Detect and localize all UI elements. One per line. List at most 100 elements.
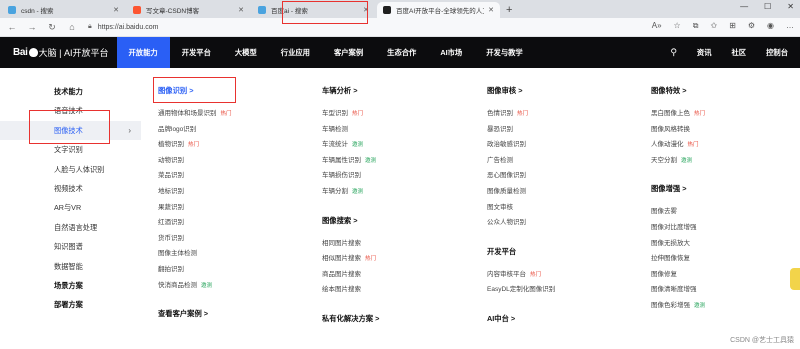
collections-icon[interactable]: ⊞ bbox=[729, 21, 736, 31]
menu-link[interactable]: 车辆属性识别 邀测 bbox=[322, 153, 472, 169]
home-icon[interactable]: ⌂ bbox=[64, 22, 80, 32]
category-item[interactable]: 自然语言处理 bbox=[0, 218, 141, 237]
nav-item[interactable]: AI市场 bbox=[428, 37, 474, 68]
minimize-icon[interactable]: — bbox=[740, 2, 748, 11]
menu-group-heading[interactable]: 图像审核 > bbox=[487, 84, 637, 98]
menu-link[interactable]: 内容审核平台 热门 bbox=[487, 267, 637, 283]
menu-link[interactable]: 果蔬识别 bbox=[158, 200, 308, 216]
favorite-icon[interactable]: ☆ bbox=[674, 21, 681, 31]
search-icon[interactable]: ⚲ bbox=[670, 47, 677, 58]
menu-group-heading[interactable]: 开发平台 bbox=[487, 245, 637, 259]
menu-group-heading[interactable]: 图像特效 > bbox=[651, 84, 800, 98]
menu-link[interactable]: 公众人物识别 bbox=[487, 215, 637, 231]
read-aloud-icon[interactable]: A» bbox=[652, 21, 662, 31]
menu-link[interactable]: 图像对比度增强 bbox=[651, 220, 800, 236]
menu-link[interactable]: 色情识别 热门 bbox=[487, 106, 637, 122]
browser-tab[interactable]: 写文章-CSDN博客 ✕ bbox=[127, 2, 250, 18]
back-icon[interactable]: ← bbox=[4, 22, 20, 32]
menu-link[interactable]: 图像修复 bbox=[651, 267, 800, 283]
close-window-icon[interactable]: ✕ bbox=[787, 2, 794, 11]
new-tab-button[interactable]: + bbox=[506, 2, 512, 18]
menu-link[interactable]: 图像风格转换 bbox=[651, 122, 800, 138]
menu-link[interactable]: 品牌logo识别 bbox=[158, 122, 308, 138]
close-tab-icon[interactable]: ✕ bbox=[238, 6, 244, 14]
menu-link[interactable]: 图像去雾 bbox=[651, 204, 800, 220]
menu-link[interactable]: 图像无损放大 bbox=[651, 236, 800, 252]
nav-item[interactable]: 客户案例 bbox=[322, 37, 375, 68]
menu-group-heading[interactable]: 图像搜索 > bbox=[322, 214, 472, 228]
menu-link[interactable]: 图像色彩增强 邀测 bbox=[651, 298, 800, 314]
close-tab-icon[interactable]: ✕ bbox=[113, 6, 119, 14]
menu-link[interactable]: 图像质量检测 bbox=[487, 184, 637, 200]
menu-link[interactable]: 相似图片搜索 热门 bbox=[322, 251, 472, 267]
menu-link[interactable]: 车辆检测 bbox=[322, 122, 472, 138]
category-item[interactable]: 知识图谱 bbox=[0, 237, 141, 256]
nav-news[interactable]: 资讯 bbox=[697, 48, 712, 58]
menu-link[interactable]: 车辆损伤识别 bbox=[322, 168, 472, 184]
menu-group-heading[interactable]: 查看客户案例 > bbox=[158, 307, 308, 321]
menu-group-heading[interactable]: 车辆分析 > bbox=[322, 84, 472, 98]
menu-link[interactable]: 车型识别 热门 bbox=[322, 106, 472, 122]
menu-group: 图像增强 > 图像去雾 图像对比度增强 图像无损放大 拉伸图像恢复 图像修复 图像清晰度增强… bbox=[651, 182, 800, 313]
menu-link-label: 果蔬识别 bbox=[158, 203, 184, 211]
menu-link[interactable]: 翻拍识别 bbox=[158, 262, 308, 278]
hot-badge: 热门 bbox=[352, 111, 364, 117]
menu-link-label: 车辆属性识别 bbox=[322, 156, 361, 164]
nav-item[interactable]: 生态合作 bbox=[375, 37, 428, 68]
watermark: CSDN @艺士工具猿 bbox=[730, 337, 794, 344]
menu-link[interactable]: 车辆分割 邀测 bbox=[322, 184, 472, 200]
menu-link[interactable]: 通用物体和场景识别 热门 bbox=[158, 106, 308, 122]
browser-tab[interactable]: 百度AI开放平台-全球领先的人工 ✕ bbox=[377, 2, 500, 18]
menu-link[interactable]: 拉伸图像恢复 bbox=[651, 251, 800, 267]
nav-item[interactable]: 开发平台 bbox=[170, 37, 223, 68]
side-widget[interactable] bbox=[790, 268, 800, 290]
menu-link[interactable]: 货币识别 bbox=[158, 231, 308, 247]
split-screen-icon[interactable]: ⧉ bbox=[693, 21, 699, 31]
menu-link[interactable]: 图像清晰度增强 bbox=[651, 282, 800, 298]
menu-link[interactable]: 天空分割 邀测 bbox=[651, 153, 800, 169]
nav-item[interactable]: 大模型 bbox=[223, 37, 269, 68]
menu-link[interactable]: 图像主体检测 bbox=[158, 246, 308, 262]
forward-icon[interactable]: → bbox=[24, 22, 40, 32]
nav-item[interactable]: 行业应用 bbox=[269, 37, 322, 68]
menu-link[interactable]: 商品图片搜索 bbox=[322, 267, 472, 283]
more-icon[interactable]: … bbox=[786, 21, 794, 31]
menu-link[interactable]: 恶心图像识别 bbox=[487, 168, 637, 184]
profile-icon[interactable]: ◉ bbox=[767, 21, 774, 31]
menu-link[interactable]: EasyDL定制化图像识别 bbox=[487, 282, 637, 298]
menu-group-heading[interactable]: 私有化解决方案 > bbox=[322, 312, 472, 326]
nav-item[interactable]: 开放能力 bbox=[116, 37, 170, 68]
menu-link[interactable]: 人像动漫化 热门 bbox=[651, 137, 800, 153]
menu-link[interactable]: 广告检测 bbox=[487, 153, 637, 169]
nav-console[interactable]: 控制台 bbox=[766, 48, 788, 58]
maximize-icon[interactable]: ☐ bbox=[764, 2, 771, 11]
menu-link[interactable]: 相同图片搜索 bbox=[322, 236, 472, 252]
menu-link[interactable]: 菜品识别 bbox=[158, 168, 308, 184]
nav-item[interactable]: 开发与教学 bbox=[474, 37, 534, 68]
category-item[interactable]: 数据智能 bbox=[0, 257, 141, 276]
refresh-icon[interactable]: ↻ bbox=[44, 22, 60, 33]
menu-link[interactable]: 车流统计 邀测 bbox=[322, 137, 472, 153]
menu-link[interactable]: 地标识别 bbox=[158, 184, 308, 200]
menu-link[interactable]: 黑白图像上色 热门 bbox=[651, 106, 800, 122]
menu-link[interactable]: 动物识别 bbox=[158, 153, 308, 169]
menu-link[interactable]: 图文审核 bbox=[487, 200, 637, 216]
menu-link[interactable]: 红酒识别 bbox=[158, 215, 308, 231]
menu-link[interactable]: 政治敏感识别 bbox=[487, 137, 637, 153]
menu-link[interactable]: 绘本图片搜索 bbox=[322, 282, 472, 298]
browser-tab[interactable]: csdn - 搜索 ✕ bbox=[2, 2, 125, 18]
baidu-ai-logo[interactable]: Bai 大脑 | AI开放平台 bbox=[13, 46, 109, 59]
menu-link[interactable]: 快消商品检测 邀测 bbox=[158, 278, 308, 294]
extensions-icon[interactable]: ⚙ bbox=[748, 21, 755, 31]
annotation-box-image-recognition bbox=[153, 77, 236, 103]
close-tab-icon[interactable]: ✕ bbox=[488, 6, 494, 14]
nav-community[interactable]: 社区 bbox=[732, 48, 747, 58]
category-item[interactable]: AR与VR bbox=[0, 198, 141, 217]
menu-link[interactable]: 植物识别 热门 bbox=[158, 137, 308, 153]
category-item[interactable]: 人脸与人体识别 bbox=[0, 160, 141, 179]
menu-group-heading[interactable]: AI中台 > bbox=[487, 312, 637, 326]
category-item[interactable]: 视频技术 bbox=[0, 179, 141, 198]
menu-link[interactable]: 暴恐识别 bbox=[487, 122, 637, 138]
favorites-list-icon[interactable]: ✩ bbox=[710, 21, 717, 31]
menu-group-heading[interactable]: 图像增强 > bbox=[651, 182, 800, 196]
